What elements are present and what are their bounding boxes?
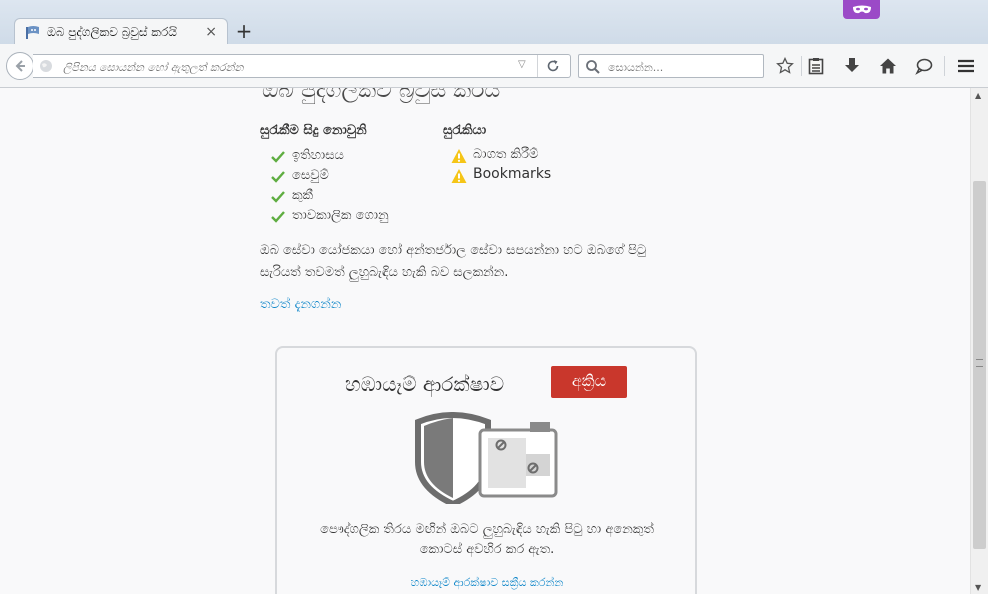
open-menu-button[interactable] <box>954 54 978 78</box>
star-icon <box>776 57 794 74</box>
title-bar: ඔබ පුද්ගලිකව බ්‍රවුස් කරයි × + <box>0 0 988 46</box>
navigation-toolbar: ▽ <box>0 44 988 88</box>
chat-button[interactable] <box>912 54 936 78</box>
shield-icon <box>415 412 558 504</box>
back-arrow-icon <box>15 60 25 72</box>
toolbar-divider <box>944 56 945 76</box>
clipboard-list-icon <box>808 58 824 75</box>
saved-item-label: බාගත කිරීම් <box>473 147 539 162</box>
not-saved-heading: සුරැකීම සිදු නොවුනි <box>260 123 367 138</box>
warning-icon <box>451 149 467 163</box>
saved-heading: සුරැකියා <box>443 123 487 138</box>
url-input[interactable] <box>61 57 515 77</box>
toolbar-divider <box>801 56 802 76</box>
home-button[interactable] <box>876 54 900 78</box>
bookmark-star-button[interactable] <box>773 54 797 78</box>
mask-icon <box>852 5 871 13</box>
tracking-protection-toggle-button[interactable]: අක්‍රිය <box>551 366 627 398</box>
url-dropdown-icon[interactable]: ▽ <box>518 59 526 70</box>
tab-title: ඔබ පුද්ගලිකව බ්‍රවුස් කරයි <box>47 25 177 39</box>
downloads-button[interactable] <box>840 54 864 78</box>
private-tab-icon <box>26 26 39 39</box>
scrollbar-grip <box>976 359 983 367</box>
search-icon <box>586 60 600 74</box>
download-arrow-icon <box>845 58 859 72</box>
back-button[interactable] <box>6 52 34 80</box>
not-saved-item-label: සෙවුම් <box>292 168 329 183</box>
tab-close-icon[interactable]: × <box>205 24 217 40</box>
check-icon <box>271 191 285 203</box>
home-icon <box>880 58 896 74</box>
url-divider <box>537 55 538 77</box>
check-icon <box>271 171 285 183</box>
scroll-down-arrow-icon[interactable]: ▼ <box>975 583 981 592</box>
tracking-protection-title: හඹායෑම් ආරක්ෂාව <box>345 372 505 396</box>
hamburger-menu-icon <box>958 59 974 73</box>
check-icon <box>271 211 285 223</box>
search-input[interactable] <box>606 58 760 76</box>
scroll-up-arrow-icon[interactable]: ▲ <box>975 91 981 100</box>
url-bar: ▽ <box>33 54 571 78</box>
saved-item-label: Bookmarks <box>473 166 552 182</box>
vertical-scrollbar[interactable]: ▲ ▼ <box>970 88 988 594</box>
warning-icon <box>451 169 467 183</box>
check-icon <box>271 151 285 163</box>
scrollbar-thumb[interactable] <box>973 181 986 549</box>
private-browsing-indicator <box>843 0 880 19</box>
not-saved-item-label: තාවකාලික ගොනු <box>292 208 389 223</box>
privacy-note: ඔබ සේවා යෝජකයා හෝ අන්තර්ජාල සේවා සපයන්නා… <box>260 243 647 280</box>
enable-tracking-protection-link[interactable]: හඹායෑම් ආරක්ෂාව සක්‍රීය කරන්න <box>297 576 677 590</box>
reload-icon[interactable] <box>545 58 561 74</box>
page-title: ඔබ පුද්ගලිකව බ්‍රවුස් කරයි <box>262 88 501 103</box>
tracking-protection-description: පෞද්ගලික තිරය මඟින් ඔබට ලුහුබැඳිය හැකි ප… <box>320 522 654 557</box>
tracking-protection-panel: හඹායෑම් ආරක්ෂාව අක්‍රිය පෞද්ගලික තිරය මඟ… <box>275 346 697 594</box>
globe-icon <box>40 60 52 72</box>
not-saved-item-label: කුකී <box>292 188 314 203</box>
speech-bubble-icon <box>915 58 933 75</box>
tab-private-browsing[interactable]: ඔබ පුද්ගලිකව බ්‍රවුස් කරයි × <box>14 18 228 46</box>
new-tab-button[interactable]: + <box>234 20 254 42</box>
not-saved-item-label: ඉතිහාසය <box>292 148 344 163</box>
search-bar <box>578 54 764 78</box>
bookmarks-menu-button[interactable] <box>804 54 828 78</box>
private-browsing-page: ඔබ පුද්ගලිකව බ්‍රවුස් කරයි සුරැකීම සිදු … <box>0 88 970 594</box>
learn-more-link[interactable]: තවත් දැනගන්න <box>260 297 341 312</box>
